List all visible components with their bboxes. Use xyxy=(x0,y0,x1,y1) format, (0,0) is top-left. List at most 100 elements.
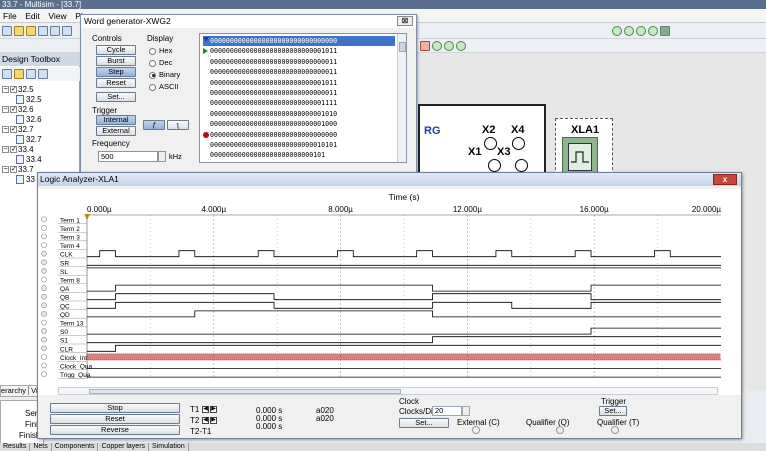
burst-button[interactable]: Burst xyxy=(96,56,136,66)
instrument-icon[interactable] xyxy=(420,41,430,51)
channel-terminal-icon[interactable] xyxy=(41,259,47,266)
channel-terminal-icon[interactable] xyxy=(41,336,47,343)
channel-terminal-icon[interactable] xyxy=(41,362,47,369)
expand-collapse-icon[interactable]: − xyxy=(2,126,9,134)
expand-collapse-icon[interactable]: − xyxy=(2,146,9,154)
show-hide-icon[interactable] xyxy=(2,69,12,79)
save-design-icon[interactable] xyxy=(26,69,36,79)
step-button[interactable]: Step xyxy=(96,67,136,77)
t2-left-arrow-icon[interactable]: ◀ xyxy=(202,417,209,424)
waveform-display[interactable]: Time (s) 0.000µ 4.000µ 8.000µ 12.000µ 16.000µ… xyxy=(38,189,741,395)
channel-terminal-icon[interactable] xyxy=(41,268,47,274)
t2-right-arrow-icon[interactable]: ▶ xyxy=(210,417,217,424)
external-trigger-button[interactable]: External xyxy=(96,126,136,136)
scrollbar-thumb[interactable] xyxy=(89,389,401,394)
channel-terminal-icon[interactable] xyxy=(41,233,47,240)
checkbox-icon[interactable]: ✓ xyxy=(10,86,17,94)
probe-icon[interactable] xyxy=(432,41,442,51)
channel-terminal-icon[interactable] xyxy=(41,225,47,231)
display-dec-radio[interactable]: Dec xyxy=(149,58,172,67)
word-row[interactable]: 00000000000000000000000000001011 xyxy=(203,46,395,56)
word-row[interactable]: 00000000000000000000000000000011 xyxy=(203,88,395,98)
frequency-spinner[interactable] xyxy=(158,151,166,162)
external-clock-terminal[interactable] xyxy=(472,426,480,434)
channel-terminal-icon[interactable] xyxy=(41,242,47,248)
close-icon[interactable]: x xyxy=(713,174,737,185)
checkbox-icon[interactable]: ✓ xyxy=(10,106,17,114)
print-icon[interactable] xyxy=(50,26,60,36)
display-ascii-radio[interactable]: ASCII xyxy=(149,82,179,91)
close-design-icon[interactable] xyxy=(38,69,48,79)
frequency-input[interactable]: 500 xyxy=(98,151,158,162)
channel-terminal-icon[interactable] xyxy=(41,311,47,317)
close-icon[interactable]: ⊠ xyxy=(397,16,413,26)
tab-nets[interactable]: Nets xyxy=(30,443,52,451)
probe-x3-lamp[interactable] xyxy=(515,159,528,172)
trigger-qualifier-terminal[interactable] xyxy=(611,426,619,434)
word-row[interactable]: 00000000000000000000000000000000 xyxy=(203,130,395,140)
word-list-scroll-thumb[interactable] xyxy=(399,42,406,52)
display-binary-radio[interactable]: Binary xyxy=(149,70,180,79)
word-row[interactable]: 00000000000000000000000000001111 xyxy=(203,98,395,108)
channel-terminal-icon[interactable] xyxy=(41,328,47,334)
word-row[interactable]: 00000000000000000000000000001010 xyxy=(203,109,395,119)
word-row[interactable]: 00000000000000000000000000000011 xyxy=(203,57,395,67)
checkbox-icon[interactable]: ✓ xyxy=(10,166,17,174)
checkbox-icon[interactable]: ✓ xyxy=(10,146,17,154)
channel-terminal-icon[interactable] xyxy=(41,354,47,360)
expand-collapse-icon[interactable]: − xyxy=(2,86,9,94)
tree-design-item[interactable]: 33 xyxy=(16,174,35,185)
tab-simulation[interactable]: Simulation xyxy=(149,443,189,451)
word-list-scrollbar[interactable] xyxy=(397,34,406,162)
menu-edit[interactable]: Edit xyxy=(22,9,43,23)
trigger-set-button[interactable]: Set... xyxy=(599,406,627,416)
word-row[interactable]: 00000000000000000000000000101 xyxy=(203,150,395,160)
clocks-div-input[interactable]: 20 xyxy=(432,406,462,416)
probe-x4-lamp[interactable] xyxy=(512,137,525,150)
postprocessor-icon[interactable] xyxy=(456,41,466,51)
probe-x2-lamp[interactable] xyxy=(484,137,497,150)
falling-edge-button[interactable]: ʅ xyxy=(167,120,189,130)
channel-terminal-icon[interactable] xyxy=(41,345,47,352)
channel-terminal-icon[interactable] xyxy=(41,302,47,309)
probe-x1-lamp[interactable] xyxy=(488,159,501,172)
zoom-fit-icon[interactable] xyxy=(648,26,658,36)
stop-button[interactable]: Stop xyxy=(50,403,180,413)
tab-results[interactable]: Results xyxy=(0,443,31,451)
word-list[interactable]: 00000000000000000000000000000000 00000000… xyxy=(199,33,407,163)
channel-terminal-icon[interactable] xyxy=(41,276,47,283)
tab-components[interactable]: Components xyxy=(52,443,99,451)
zoom-in-icon[interactable] xyxy=(612,26,622,36)
open-icon[interactable] xyxy=(14,69,24,79)
reset-button[interactable]: Reset xyxy=(96,78,136,88)
print-preview-icon[interactable] xyxy=(62,26,72,36)
save-icon[interactable] xyxy=(38,26,48,36)
full-screen-icon[interactable] xyxy=(660,26,670,36)
horizontal-scrollbar[interactable] xyxy=(58,387,718,395)
cycle-button[interactable]: Cycle xyxy=(96,45,136,55)
rising-edge-button[interactable]: ƒ xyxy=(143,120,165,130)
word-row[interactable]: 00000000000000000000000000000011 xyxy=(203,67,395,77)
channel-terminal-icon[interactable] xyxy=(41,250,47,257)
t1-right-arrow-icon[interactable]: ▶ xyxy=(210,406,217,413)
reset-button[interactable]: Reset xyxy=(50,414,180,424)
word-row[interactable]: 00000000000000000000000000010101 xyxy=(203,140,395,150)
word-row[interactable]: 00000000000000000000000000001000 xyxy=(203,119,395,129)
open-folder-icon[interactable] xyxy=(14,26,24,36)
open-samples-icon[interactable] xyxy=(26,26,36,36)
checkbox-icon[interactable]: ✓ xyxy=(10,126,17,134)
set-button[interactable]: Set... xyxy=(96,92,136,102)
expand-collapse-icon[interactable]: − xyxy=(2,106,9,114)
clocks-div-spinner[interactable] xyxy=(462,406,470,416)
tab-copper-layers[interactable]: Copper layers xyxy=(98,443,150,451)
grapher-icon[interactable] xyxy=(444,41,454,51)
clock-set-button[interactable]: Set... xyxy=(399,418,449,428)
internal-trigger-button[interactable]: Internal xyxy=(96,115,136,125)
channel-terminal-icon[interactable] xyxy=(41,285,47,291)
clock-qualifier-terminal[interactable] xyxy=(556,426,564,434)
new-file-icon[interactable] xyxy=(2,26,12,36)
t1-left-arrow-icon[interactable]: ◀ xyxy=(202,406,209,413)
word-row[interactable]: 00000000000000000000000000000000 xyxy=(203,36,395,46)
channel-terminal-icon[interactable] xyxy=(41,216,47,223)
zoom-out-icon[interactable] xyxy=(624,26,634,36)
